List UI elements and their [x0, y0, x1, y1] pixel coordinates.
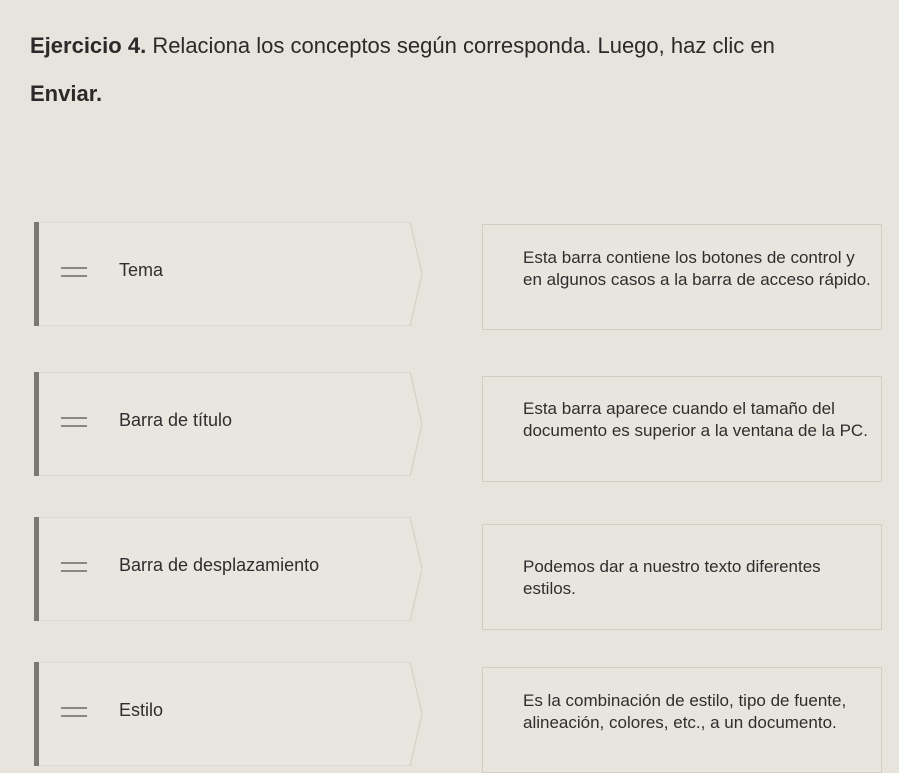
- concept-card-barra-de-titulo[interactable]: Barra de título: [34, 372, 422, 476]
- concept-card-barra-de-desplazamiento[interactable]: Barra de desplazamiento: [34, 517, 422, 621]
- concept-label: Barra de desplazamiento: [119, 555, 320, 575]
- send-period: .: [96, 81, 103, 106]
- drag-handle-icon[interactable]: [61, 417, 87, 427]
- definition-drop-zone-4[interactable]: Es la combinación de estilo, tipo de fue…: [482, 667, 882, 773]
- drag-handle-icon[interactable]: [61, 562, 87, 572]
- definition-text: Esta barra contiene los botones de contr…: [523, 248, 871, 289]
- concept-accent-bar: [34, 517, 39, 621]
- send-word: Enviar: [30, 81, 97, 106]
- concept-accent-bar: [34, 372, 39, 476]
- concept-accent-bar: [34, 662, 39, 766]
- concept-card-estilo[interactable]: Estilo: [34, 662, 422, 766]
- instructions: Ejercicio 4. Relaciona los conceptos seg…: [30, 22, 899, 118]
- instructions-line-2: Enviar.: [30, 70, 899, 118]
- definition-text: Podemos dar a nuestro texto diferentes e…: [523, 557, 821, 598]
- drag-handle-icon[interactable]: [61, 267, 87, 277]
- concept-label: Estilo: [119, 700, 164, 720]
- instructions-text: Relaciona los conceptos según correspond…: [152, 33, 775, 58]
- concept-label: Tema: [119, 260, 164, 280]
- definition-drop-zone-1[interactable]: Esta barra contiene los botones de contr…: [482, 224, 882, 330]
- definition-drop-zone-3[interactable]: Podemos dar a nuestro texto diferentes e…: [482, 524, 882, 630]
- concept-label: Barra de título: [119, 410, 233, 430]
- definition-text: Es la combinación de estilo, tipo de fue…: [523, 691, 847, 732]
- concept-accent-bar: [34, 222, 39, 326]
- concept-card-shape: [34, 222, 422, 326]
- concept-card-shape: [34, 662, 422, 766]
- definition-drop-zone-2[interactable]: Esta barra aparece cuando el tamaño del …: [482, 376, 882, 482]
- exercise-label: Ejercicio 4.: [30, 33, 147, 58]
- definition-text: Esta barra aparece cuando el tamaño del …: [523, 399, 868, 440]
- concept-card-tema[interactable]: Tema: [34, 222, 422, 326]
- drag-handle-icon[interactable]: [61, 707, 87, 717]
